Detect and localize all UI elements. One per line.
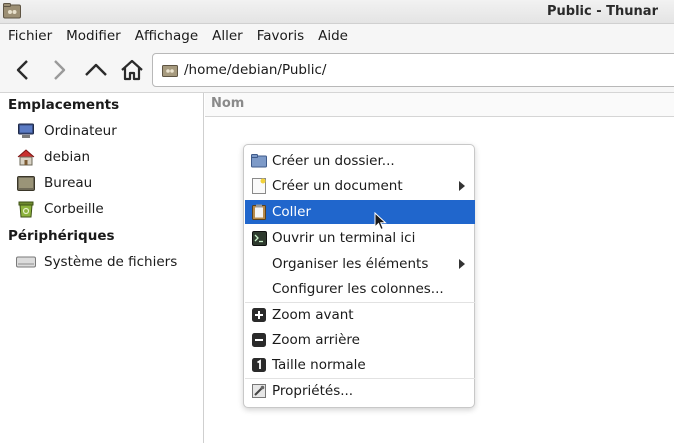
menu-aide[interactable]: Aide bbox=[312, 24, 354, 49]
sidebar-section-peripheriques: Périphériques bbox=[8, 228, 115, 244]
menu-item-label: Propriétés... bbox=[272, 383, 354, 399]
zoom-in-icon bbox=[251, 307, 267, 323]
location-path: /home/debian/Public/ bbox=[184, 62, 327, 78]
paste-icon bbox=[251, 204, 267, 220]
back-arrow-icon bbox=[16, 60, 28, 80]
column-name-header[interactable]: Nom bbox=[211, 96, 244, 111]
sidebar-item-label: debian bbox=[44, 149, 91, 165]
title-bar: Public - Thunar bbox=[0, 0, 674, 24]
computer-icon bbox=[16, 122, 36, 140]
menu-item-label: Zoom avant bbox=[272, 307, 354, 323]
up-arrow-icon bbox=[85, 63, 107, 76]
home-folder-icon bbox=[16, 148, 36, 166]
menu-fichier[interactable]: Fichier bbox=[2, 24, 58, 49]
menu-item-arrange-items[interactable]: Organiser les éléments bbox=[245, 252, 475, 276]
menu-item-open-terminal[interactable]: Ouvrir un terminal ici bbox=[245, 226, 475, 250]
submenu-arrow-icon bbox=[459, 181, 465, 191]
toolbar: /home/debian/Public/ bbox=[0, 49, 674, 93]
sidebar-section-emplacements: Emplacements bbox=[8, 97, 120, 113]
submenu-arrow-icon bbox=[459, 259, 465, 269]
context-menu: Créer un dossier... Créer un document Co… bbox=[243, 144, 475, 408]
menu-aller[interactable]: Aller bbox=[206, 24, 249, 49]
menu-item-label: Créer un dossier... bbox=[272, 153, 395, 169]
sidebar-item-label: Système de fichiers bbox=[44, 254, 178, 270]
new-folder-icon bbox=[251, 153, 267, 169]
sidebar-item-systeme-de-fichiers[interactable]: Système de fichiers bbox=[16, 251, 196, 273]
folder-app-icon bbox=[3, 3, 21, 19]
home-button[interactable] bbox=[117, 55, 147, 85]
menu-bar: Fichier Modifier Affichage Aller Favoris… bbox=[0, 24, 674, 49]
menu-modifier[interactable]: Modifier bbox=[60, 24, 127, 49]
sidebar: Emplacements Ordinateur debian Bureau Co… bbox=[0, 93, 204, 443]
sidebar-item-ordinateur[interactable]: Ordinateur bbox=[16, 120, 196, 142]
sidebar-item-corbeille[interactable]: Corbeille bbox=[16, 198, 196, 220]
forward-arrow-icon bbox=[54, 60, 66, 80]
menu-item-zoom-in[interactable]: Zoom avant bbox=[245, 303, 475, 327]
mouse-cursor-icon bbox=[374, 212, 387, 231]
location-bar[interactable]: /home/debian/Public/ bbox=[152, 53, 674, 87]
menu-item-label: Créer un document bbox=[272, 178, 403, 194]
menu-item-create-folder[interactable]: Créer un dossier... bbox=[245, 149, 475, 173]
menu-item-label: Configurer les colonnes... bbox=[272, 281, 444, 297]
back-button[interactable] bbox=[8, 55, 38, 85]
menu-item-label: Ouvrir un terminal ici bbox=[272, 230, 416, 246]
menu-item-zoom-out[interactable]: Zoom arrière bbox=[245, 328, 475, 352]
window-title: Public - Thunar bbox=[547, 4, 658, 19]
column-header: Nom bbox=[205, 93, 674, 117]
menu-item-configure-columns[interactable]: Configurer les colonnes... bbox=[245, 277, 475, 301]
menu-item-properties[interactable]: Propriétés... bbox=[245, 379, 475, 403]
desktop-icon bbox=[16, 174, 36, 192]
sidebar-item-debian[interactable]: debian bbox=[16, 146, 196, 168]
drive-icon bbox=[16, 253, 36, 271]
sidebar-item-bureau[interactable]: Bureau bbox=[16, 172, 196, 194]
menu-item-normal-size[interactable]: Taille normale bbox=[245, 353, 475, 377]
terminal-icon bbox=[251, 230, 267, 246]
home-icon bbox=[121, 59, 143, 81]
menu-item-create-document[interactable]: Créer un document bbox=[245, 174, 475, 198]
menu-item-label: Taille normale bbox=[272, 357, 366, 373]
zoom-normal-icon bbox=[251, 357, 267, 373]
zoom-out-icon bbox=[251, 332, 267, 348]
menu-favoris[interactable]: Favoris bbox=[251, 24, 310, 49]
menu-affichage[interactable]: Affichage bbox=[129, 24, 204, 49]
sidebar-item-label: Bureau bbox=[44, 175, 93, 191]
menu-item-label: Organiser les éléments bbox=[272, 256, 429, 272]
menu-item-paste[interactable]: Coller bbox=[245, 200, 475, 224]
new-document-icon bbox=[251, 178, 267, 194]
menu-item-label: Coller bbox=[272, 204, 312, 220]
sidebar-item-label: Ordinateur bbox=[44, 123, 117, 139]
forward-button[interactable] bbox=[44, 55, 74, 85]
sidebar-item-label: Corbeille bbox=[44, 201, 104, 217]
trash-icon bbox=[16, 200, 36, 218]
parent-folder-button[interactable] bbox=[81, 55, 111, 85]
public-folder-icon bbox=[162, 65, 178, 77]
properties-icon bbox=[251, 383, 267, 399]
menu-item-label: Zoom arrière bbox=[272, 332, 360, 348]
